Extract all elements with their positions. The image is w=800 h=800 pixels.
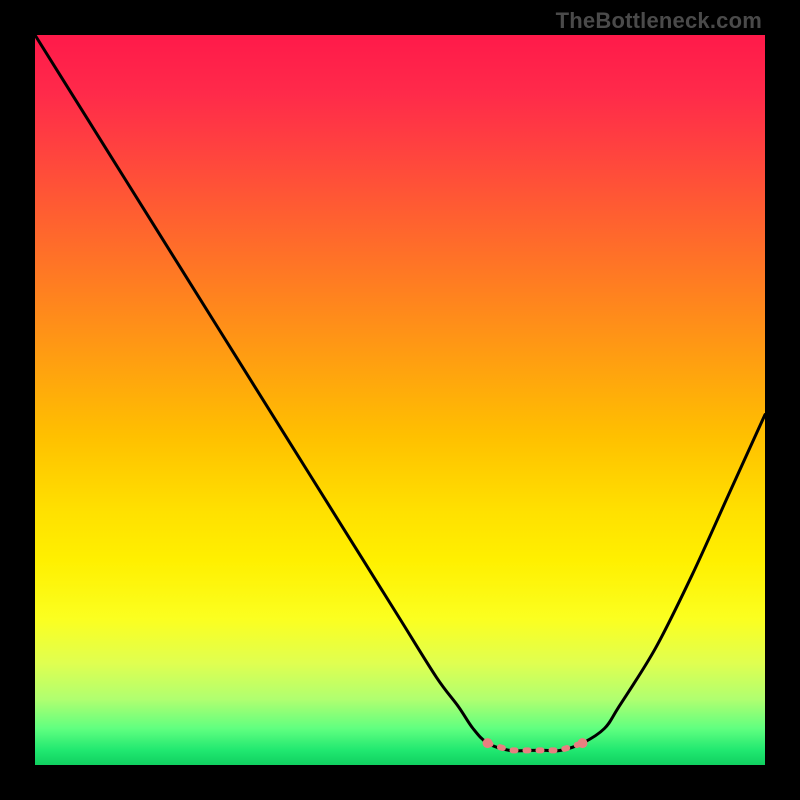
plot-area bbox=[35, 35, 765, 765]
bottleneck-curve bbox=[35, 35, 765, 751]
flat-region-start-dot bbox=[483, 738, 493, 748]
chart-container: TheBottleneck.com bbox=[0, 0, 800, 800]
flat-region-end-dot bbox=[578, 738, 588, 748]
watermark-text: TheBottleneck.com bbox=[556, 8, 762, 34]
curve-path bbox=[35, 35, 765, 751]
curve-svg bbox=[35, 35, 765, 765]
